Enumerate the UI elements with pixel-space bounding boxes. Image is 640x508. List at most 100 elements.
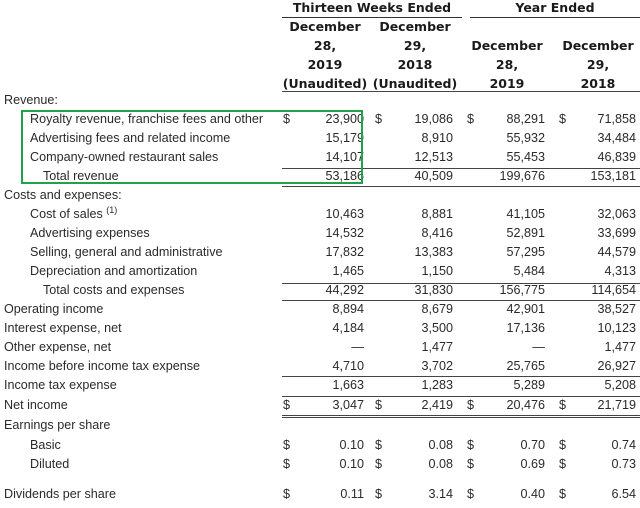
table-row: Depreciation and amortization 1,465 1,150 5… <box>0 262 640 281</box>
row-label: Revenue: <box>4 93 58 107</box>
cell-value: 2,419 <box>421 398 453 412</box>
cell-value: 88,291 <box>506 112 545 126</box>
header-col-q4-2019: December 28, 2019 (Unaudited) <box>282 19 368 91</box>
cell-value: 0.11 <box>340 487 364 501</box>
cell-value: 42,901 <box>506 302 545 316</box>
row-label: Advertising expenses <box>30 226 150 240</box>
table-row: Selling, general and administrative 17,83… <box>0 243 640 262</box>
row-label: Depreciation and amortization <box>30 264 198 278</box>
cell-value: 26,927 <box>597 359 636 373</box>
net-income-rule-under <box>282 415 640 416</box>
row-label: Dividends per share <box>4 487 117 501</box>
row-label: Income tax expense <box>4 378 117 392</box>
header-col-q4-2018: December 29, 2018 (Unaudited) <box>372 19 458 91</box>
table-row: Diluted $0.10 $0.08 $0.69 $0.73 <box>0 455 640 474</box>
row-label: Diluted <box>30 457 70 471</box>
cell-value: 6.54 <box>611 487 636 501</box>
cell-value: 0.73 <box>611 457 636 471</box>
cell-value: 0.74 <box>611 438 636 452</box>
row-label: Income before income tax expense <box>4 359 201 373</box>
cell-value: 1,477 <box>604 340 636 354</box>
footnote-marker: (1) <box>106 204 118 215</box>
cell-value: 55,932 <box>506 131 545 145</box>
cell-value: 52,891 <box>506 226 545 240</box>
cell-value: 14,532 <box>325 226 364 240</box>
cell-value: 41,105 <box>506 207 545 221</box>
revenue-highlight-box <box>21 110 363 184</box>
cell-value: 17,832 <box>325 245 364 259</box>
costs-total-rule <box>282 283 640 284</box>
cell-value: 0.69 <box>520 457 545 471</box>
cell-value: 0.40 <box>520 487 545 501</box>
costs-total-rule-under <box>282 300 640 301</box>
cell-value: 8,881 <box>421 207 453 221</box>
cell-value: 3,047 <box>332 398 364 412</box>
cell-value: 40,509 <box>414 169 453 183</box>
cell-value: 8,416 <box>421 226 453 240</box>
cell-value: 0.10 <box>339 438 364 452</box>
cell-value: 153,181 <box>590 169 636 183</box>
table-row: Income tax expense 1,663 1,283 5,289 5,208 <box>0 376 640 395</box>
cell-value: 12,513 <box>414 150 453 164</box>
cell-value: 13,383 <box>414 245 453 259</box>
table-row: Operating income 8,894 8,679 42,901 38,527 <box>0 300 640 319</box>
cell-value: 5,208 <box>604 378 636 392</box>
cell-value: 1,663 <box>332 378 364 392</box>
cell-value: 55,453 <box>506 150 545 164</box>
table-row: Earnings per share <box>0 416 640 435</box>
cell-value: 5,289 <box>513 378 545 392</box>
pretax-rule <box>282 376 640 377</box>
table-row: Basic $0.10 $0.08 $0.70 $0.74 <box>0 436 640 455</box>
cell-value: 32,063 <box>597 207 636 221</box>
row-label: Cost of sales (1) <box>30 204 118 221</box>
cell-value: 4,313 <box>604 264 636 278</box>
cell-value: 8,894 <box>332 302 364 316</box>
net-income-rule-under-2 <box>282 417 640 418</box>
cell-value: 10,123 <box>597 321 636 335</box>
cell-value: 34,484 <box>597 131 636 145</box>
row-label: Operating income <box>4 302 104 316</box>
header-group-year-ended: Year Ended <box>470 0 640 18</box>
cell-value: — <box>351 340 364 354</box>
row-label: Selling, general and administrative <box>30 245 223 259</box>
cell-value: 5,484 <box>513 264 545 278</box>
row-label: Interest expense, net <box>4 321 122 335</box>
cell-value: 0.08 <box>428 457 453 471</box>
cell-value: 1,465 <box>332 264 364 278</box>
header-group-thirteen-weeks: Thirteen Weeks Ended <box>282 0 462 18</box>
cell-value: 199,676 <box>499 169 545 183</box>
cell-value: 8,679 <box>421 302 453 316</box>
cell-value: 25,765 <box>506 359 545 373</box>
row-label: Basic <box>30 438 61 452</box>
cell-value: 17,136 <box>506 321 545 335</box>
table-row: Dividends per share $0.11 $3.14 $0.40 $6.54 <box>0 485 640 504</box>
cell-value: — <box>532 340 545 354</box>
cell-value: 0.10 <box>339 457 364 471</box>
cell-value: 46,839 <box>597 150 636 164</box>
table-row: Advertising expenses 14,532 8,416 52,891 33,… <box>0 224 640 243</box>
cell-value: 3.14 <box>428 487 453 501</box>
table-row: Other expense, net — 1,477 — 1,477 <box>0 338 640 357</box>
table-row: Income before income tax expense 4,710 3,7… <box>0 357 640 376</box>
cell-value: 21,719 <box>597 398 636 412</box>
cell-value: 44,579 <box>597 245 636 259</box>
cell-value: 4,184 <box>332 321 364 335</box>
table-row: Revenue: <box>0 91 640 110</box>
cell-value: 33,699 <box>597 226 636 240</box>
cell-value: 8,910 <box>421 131 453 145</box>
cell-value: 0.70 <box>520 438 545 452</box>
table-row: Interest expense, net 4,184 3,500 17,136 10,… <box>0 319 640 338</box>
cell-value: 3,500 <box>421 321 453 335</box>
row-label: Other expense, net <box>4 340 112 354</box>
table-row: Cost of sales (1) 10,463 8,881 41,105 32,063 <box>0 205 640 224</box>
cell-value: 71,858 <box>597 112 636 126</box>
header-col-fy-2018: December 29, 2018 <box>562 38 634 91</box>
row-label: Total costs and expenses <box>43 283 185 297</box>
table-row: Net income $3,047 $2,419 $20,476 $21,719 <box>0 396 640 415</box>
net-income-rule-top <box>282 396 640 397</box>
cell-value: 10,463 <box>325 207 364 221</box>
cell-value: 19,086 <box>414 112 453 126</box>
cell-value: 20,476 <box>506 398 545 412</box>
cell-value: 1,283 <box>421 378 453 392</box>
header-col-fy-2019: December 28, 2019 <box>471 38 543 91</box>
